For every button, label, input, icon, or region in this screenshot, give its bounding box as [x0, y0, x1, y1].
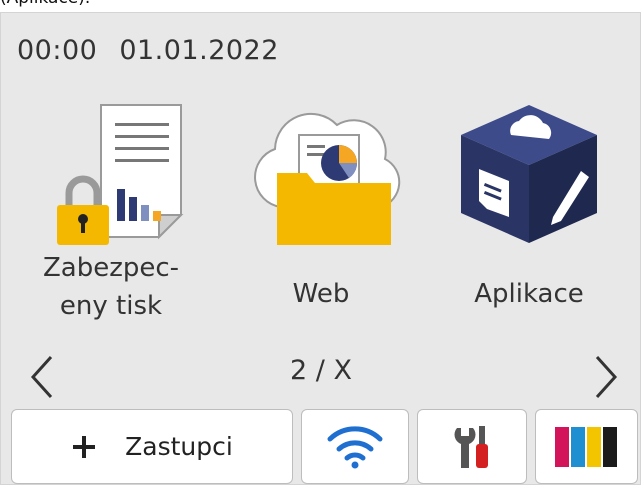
ink-icon [554, 426, 617, 467]
tile-web[interactable]: Web [223, 97, 419, 357]
tile-web-label: Web [292, 279, 350, 309]
caption-text: (Aplikace). [0, 0, 90, 10]
tile-apps[interactable]: Aplikace [431, 97, 627, 357]
printer-touchscreen: 00:00 01.01.2022 Zabezpec- eny tisk Web … [0, 12, 641, 485]
plus-icon [73, 435, 96, 458]
chevron-right-icon [595, 355, 618, 399]
chevron-left-icon [30, 355, 53, 399]
web-folder-icon [241, 97, 401, 247]
next-page-button[interactable] [581, 347, 631, 407]
tools-icon [454, 425, 488, 468]
status-bar: 00:00 01.01.2022 [17, 35, 279, 66]
secure-print-icon [31, 97, 191, 247]
prev-page-button[interactable] [17, 347, 67, 407]
ink-status-button[interactable] [535, 409, 638, 484]
time-display: 00:00 [17, 35, 98, 66]
tile-secure-print[interactable]: Zabezpec- eny tisk [13, 97, 209, 357]
wifi-button[interactable] [301, 409, 409, 484]
wifi-icon [327, 425, 383, 468]
tile-secure-print-label: Zabezpec- eny tisk [16, 249, 206, 325]
apps-cube-icon [449, 97, 609, 247]
shortcuts-button[interactable]: Zastupci [11, 409, 293, 484]
date-display: 01.01.2022 [119, 35, 279, 66]
settings-button[interactable] [417, 409, 527, 484]
tile-apps-label: Aplikace [474, 279, 584, 309]
tile-secure-print-label-line1: Zabezpec- [42, 253, 180, 283]
shortcuts-label: Zastupci [125, 432, 233, 461]
page-indicator: 2 / X [290, 355, 352, 386]
tile-secure-print-label-line2: eny tisk [59, 291, 163, 321]
